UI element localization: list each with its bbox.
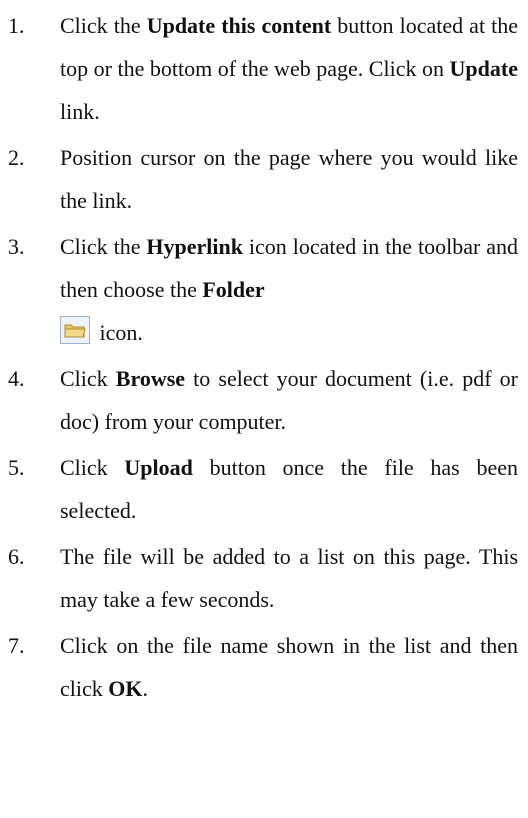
step-text-part: link. [60, 99, 100, 124]
step-text: The file will be added to a list on this… [60, 544, 518, 612]
step-number: 3. [8, 234, 25, 259]
step-number: 1. [8, 13, 25, 38]
list-item-step-2: 2. Position cursor on the page where you… [0, 136, 528, 222]
step-emphasis-hyperlink: Hyperlink [146, 234, 243, 259]
list-item-step-3: 3. Click the Hyperlink icon located in t… [0, 225, 528, 354]
list-item-step-6: 6. The file will be added to a list on t… [0, 535, 528, 621]
step-number: 2. [8, 145, 25, 170]
step-number: 5. [8, 455, 25, 480]
list-item-step-1: 1. Click the Update this content button … [0, 4, 528, 133]
step-number: 7. [8, 633, 25, 658]
step-number: 6. [8, 544, 25, 569]
step-text-part: icon. [94, 320, 143, 345]
step-text-part: Click the [60, 13, 147, 38]
step-text-part: Click [60, 366, 116, 391]
folder-icon [60, 315, 90, 344]
step-emphasis-ok: OK [108, 676, 143, 701]
step-text-part: . [142, 676, 149, 701]
list-item-step-4: 4. Click Browse to select your document … [0, 357, 528, 443]
step-emphasis-upload: Upload [124, 455, 193, 480]
instruction-document: 1. Click the Update this content button … [0, 4, 528, 818]
steps-list: 1. Click the Update this content button … [0, 4, 528, 710]
step-emphasis-browse: Browse [115, 366, 186, 391]
step-number: 4. [8, 366, 25, 391]
step-emphasis-update-this-content: Update this content [146, 13, 332, 38]
step-emphasis-folder: Folder [202, 277, 265, 302]
step-text-part: Click [60, 455, 125, 480]
list-item-step-7: 7. Click on the file name shown in the l… [0, 624, 528, 710]
step-text-part: Click the [60, 234, 147, 259]
list-item-step-5: 5. Click Upload button once the file has… [0, 446, 528, 532]
step-text: Position cursor on the page where you wo… [60, 145, 518, 213]
step-emphasis-update: Update [449, 56, 518, 81]
